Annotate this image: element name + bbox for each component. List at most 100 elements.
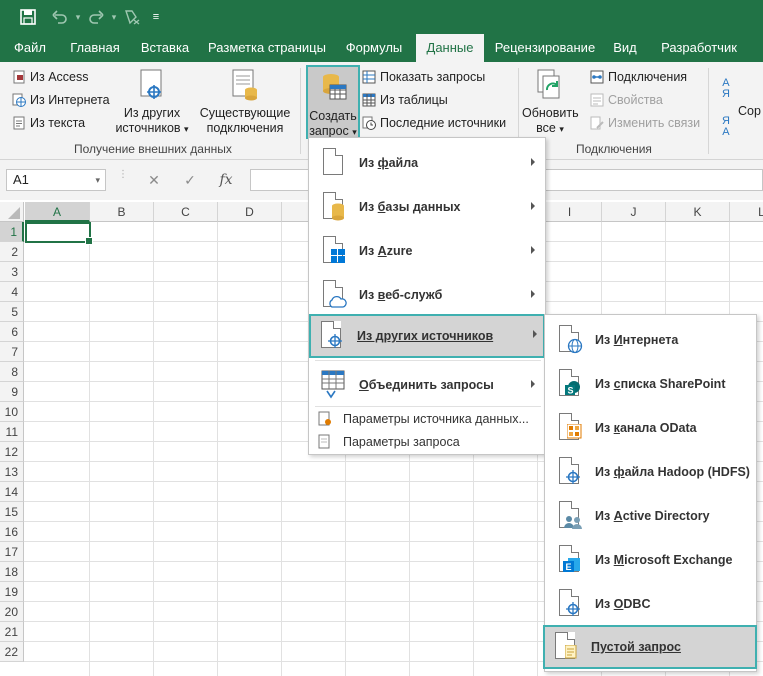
save-icon[interactable]: [18, 7, 38, 27]
from-text-button[interactable]: Из текста: [12, 116, 85, 130]
sort-az-icon[interactable]: AЯ: [722, 78, 730, 100]
menu-item-from-exchange[interactable]: E Из Microsoft Exchange: [547, 539, 755, 581]
row-header-2[interactable]: 2: [0, 242, 24, 262]
existing-connections-button[interactable]: Существующие подключения: [196, 68, 294, 136]
select-all-corner[interactable]: [0, 202, 24, 222]
tab-data[interactable]: Данные: [416, 34, 484, 62]
menu-item-from-sharepoint[interactable]: S Из списка SharePoint: [547, 363, 755, 405]
row-header-10[interactable]: 10: [0, 402, 24, 422]
from-table-button[interactable]: Из таблицы: [362, 93, 448, 107]
column-header-d[interactable]: D: [218, 202, 282, 222]
tab-file[interactable]: Файл: [4, 34, 56, 62]
row-header-4[interactable]: 4: [0, 282, 24, 302]
menu-item-from-odbc[interactable]: Из ODBC: [547, 583, 755, 625]
row-header-9[interactable]: 9: [0, 382, 24, 402]
row-header-3[interactable]: 3: [0, 262, 24, 282]
menu-item-label: Из файла Hadoop (HDFS): [595, 465, 750, 479]
row-header-19[interactable]: 19: [0, 582, 24, 602]
undo-icon[interactable]: [50, 7, 70, 27]
tab-formulas[interactable]: Формулы: [338, 34, 410, 62]
properties-button[interactable]: Свойства: [590, 93, 663, 107]
menu-item-from-web-services[interactable]: Из веб-служб: [311, 274, 543, 316]
column-header-c[interactable]: C: [154, 202, 218, 222]
redo-icon[interactable]: [86, 7, 106, 27]
other-sources-icon: [319, 320, 345, 352]
menu-item-label: Объединить запросы: [359, 378, 494, 392]
row-header-11[interactable]: 11: [0, 422, 24, 442]
show-queries-button[interactable]: Показать запросы: [362, 70, 485, 84]
text-file-icon: [12, 116, 26, 130]
file-icon: [321, 147, 347, 179]
tab-review[interactable]: Рецензирование: [490, 34, 600, 62]
settings-gear-icon: [317, 411, 333, 427]
splitter-icon[interactable]: ⋮: [118, 170, 128, 180]
menu-item-label: Из веб-служб: [359, 288, 443, 302]
connections-button[interactable]: Подключения: [590, 70, 687, 84]
menu-item-from-other-sources[interactable]: Из других источников: [309, 314, 545, 358]
row-header-12[interactable]: 12: [0, 442, 24, 462]
recent-sources-button[interactable]: Последние источники: [362, 116, 506, 130]
row-header-18[interactable]: 18: [0, 562, 24, 582]
from-access-button[interactable]: Из Access: [12, 70, 88, 84]
row-header-5[interactable]: 5: [0, 302, 24, 322]
sort-button[interactable]: Сор: [738, 104, 761, 118]
database-icon: [321, 191, 347, 223]
tab-home[interactable]: Главная: [62, 34, 128, 62]
undo-dropdown-icon[interactable]: ▾: [68, 7, 88, 27]
tab-view[interactable]: Вид: [606, 34, 644, 62]
menu-item-from-hadoop[interactable]: Из файла Hadoop (HDFS): [547, 451, 755, 493]
row-header-14[interactable]: 14: [0, 482, 24, 502]
grid-column-line: [281, 222, 282, 676]
menu-item-from-database[interactable]: Из базы данных: [311, 186, 543, 228]
column-header-b[interactable]: B: [90, 202, 154, 222]
active-cell-a1[interactable]: [25, 222, 93, 245]
sort-za-icon[interactable]: ЯA: [722, 116, 730, 138]
menu-item-from-odata[interactable]: Из канала OData: [547, 407, 755, 449]
cancel-icon[interactable]: ✕: [140, 169, 168, 191]
menu-item-blank-query[interactable]: Пустой запрос: [543, 625, 757, 669]
row-header-21[interactable]: 21: [0, 622, 24, 642]
enter-icon[interactable]: ✓: [176, 169, 204, 191]
tab-insert[interactable]: Вставка: [134, 34, 196, 62]
row-header-17[interactable]: 17: [0, 542, 24, 562]
row-header-16[interactable]: 16: [0, 522, 24, 542]
from-web-button[interactable]: Из Интернета: [12, 93, 110, 107]
menu-item-from-azure[interactable]: Из Azure: [311, 230, 543, 272]
insert-function-button[interactable]: fx: [212, 169, 240, 191]
column-header-k[interactable]: K: [666, 202, 730, 222]
redo-dropdown-icon[interactable]: ▾: [104, 7, 124, 27]
tab-page-layout[interactable]: Разметка страницы: [204, 34, 330, 62]
chevron-right-icon: [531, 246, 535, 254]
chevron-right-icon: [531, 158, 535, 166]
name-box[interactable]: A1 ▾: [6, 169, 106, 191]
customize-icon[interactable]: ≡: [146, 7, 166, 27]
chevron-right-icon: [531, 202, 535, 210]
menu-item-query-settings[interactable]: Параметры запроса: [311, 431, 543, 453]
chevron-down-icon[interactable]: ▾: [95, 170, 100, 190]
column-header-l[interactable]: L: [730, 202, 763, 222]
menu-item-label: Из файла: [359, 156, 419, 170]
row-header-15[interactable]: 15: [0, 502, 24, 522]
menu-item-label: Из Интернета: [595, 333, 679, 347]
menu-item-from-file[interactable]: Из файла: [311, 142, 543, 184]
column-header-a[interactable]: A: [25, 202, 90, 222]
row-header-7[interactable]: 7: [0, 342, 24, 362]
create-query-menu: Из файла Из базы данных Из Azure Из веб-…: [308, 137, 546, 455]
menu-item-data-source-settings[interactable]: Параметры источника данных...: [311, 408, 543, 430]
menu-item-from-internet[interactable]: Из Интернета: [547, 319, 755, 361]
row-header-8[interactable]: 8: [0, 362, 24, 382]
edit-links-button[interactable]: Изменить связи: [590, 116, 700, 130]
column-header-j[interactable]: J: [602, 202, 666, 222]
refresh-all-button[interactable]: Обновить все ▾: [522, 68, 579, 137]
menu-item-combine-queries[interactable]: Объединить запросы: [311, 364, 543, 406]
row-header-22[interactable]: 22: [0, 642, 24, 662]
row-header-13[interactable]: 13: [0, 462, 24, 482]
from-other-sources-button[interactable]: Из других источников ▾: [110, 68, 194, 137]
row-header-1[interactable]: 1: [0, 222, 24, 242]
column-header-i[interactable]: I: [538, 202, 602, 222]
row-header-20[interactable]: 20: [0, 602, 24, 622]
row-header-6[interactable]: 6: [0, 322, 24, 342]
menu-item-from-active-directory[interactable]: Из Active Directory: [547, 495, 755, 537]
clear-format-icon[interactable]: [122, 7, 142, 27]
tab-developer[interactable]: Разработчик: [652, 34, 746, 62]
